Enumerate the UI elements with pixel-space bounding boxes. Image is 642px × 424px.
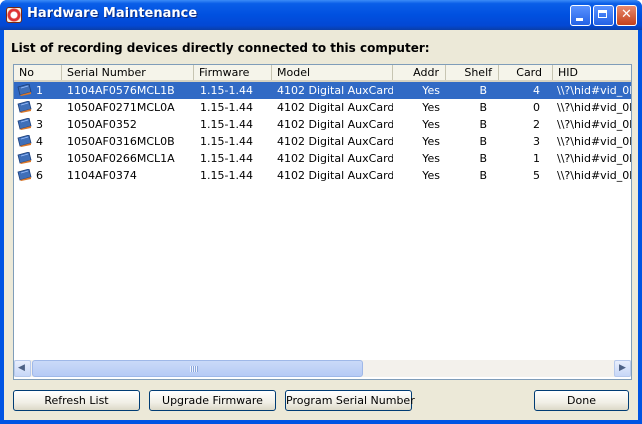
- row-serial: 1050AF0271MCL0A: [67, 101, 175, 114]
- row-firmware: 1.15-1.44: [200, 135, 253, 148]
- row-hid: \\?\hid#vid_0b: [557, 169, 631, 182]
- row-card: 3: [533, 135, 540, 148]
- scroll-right-button[interactable]: [614, 360, 631, 377]
- row-addr: Yes: [422, 101, 440, 114]
- title-bar[interactable]: Hardware Maintenance: [0, 0, 642, 30]
- row-addr: Yes: [422, 135, 440, 148]
- device-list-heading: List of recording devices directly conne…: [11, 41, 430, 55]
- row-addr: Yes: [422, 118, 440, 131]
- hardware-maintenance-window: Hardware Maintenance List of recording d…: [0, 0, 642, 424]
- column-header-hid[interactable]: HID: [553, 65, 631, 80]
- device-card-icon: [17, 135, 32, 147]
- device-card-icon: [17, 152, 32, 164]
- row-addr: Yes: [422, 152, 440, 165]
- row-shelf: B: [479, 101, 487, 114]
- row-no: 3: [36, 118, 43, 131]
- device-card-icon: [17, 101, 32, 113]
- table-row[interactable]: 2 1050AF0271MCL0A 1.15-1.44 4102 Digital Au…: [14, 99, 631, 116]
- program-serial-number-button[interactable]: Program Serial Number: [285, 390, 415, 411]
- table-row[interactable]: 5 1050AF0266MCL1A 1.15-1.44 4102 Digital Au…: [14, 150, 631, 167]
- row-shelf: B: [479, 118, 487, 131]
- column-header-card[interactable]: Card: [499, 65, 553, 80]
- column-header-firmware[interactable]: Firmware: [194, 65, 272, 80]
- column-header-model[interactable]: Model: [272, 65, 393, 80]
- column-header-addr[interactable]: Addr: [393, 65, 446, 80]
- device-list[interactable]: No Serial Number Firmware Model Addr She…: [13, 64, 632, 380]
- row-addr: Yes: [422, 169, 440, 182]
- device-card-icon: [17, 84, 32, 96]
- row-firmware: 1.15-1.44: [200, 118, 253, 131]
- row-model: 4102 Digital AuxCard: [277, 169, 393, 182]
- row-serial: 1104AF0576MCL1B: [67, 84, 175, 97]
- table-row[interactable]: 3 1050AF0352 1.15-1.44 4102 Digital AuxCard…: [14, 116, 631, 133]
- row-no: 2: [36, 101, 43, 114]
- row-model: 4102 Digital AuxCard: [277, 152, 393, 165]
- row-serial: 1104AF0374: [67, 169, 137, 182]
- row-shelf: B: [479, 152, 487, 165]
- row-card: 4: [533, 84, 540, 97]
- row-no: 1: [36, 84, 43, 97]
- row-model: 4102 Digital AuxCard: [277, 118, 393, 131]
- row-serial: 1050AF0266MCL1A: [67, 152, 175, 165]
- row-model: 4102 Digital AuxCard: [277, 135, 393, 148]
- row-shelf: B: [479, 135, 487, 148]
- row-no: 5: [36, 152, 43, 165]
- window-title: Hardware Maintenance: [27, 6, 198, 21]
- row-serial: 1050AF0352: [67, 118, 137, 131]
- row-no: 6: [36, 169, 43, 182]
- row-card: 0: [533, 101, 540, 114]
- minimize-button[interactable]: [570, 5, 591, 26]
- row-firmware: 1.15-1.44: [200, 169, 253, 182]
- refresh-list-button[interactable]: Refresh List: [13, 390, 140, 411]
- dialog-body: List of recording devices directly conne…: [4, 30, 638, 420]
- row-serial: 1050AF0316MCL0B: [67, 135, 175, 148]
- row-card: 5: [533, 169, 540, 182]
- table-row[interactable]: 4 1050AF0316MCL0B 1.15-1.44 4102 Digital Au…: [14, 133, 631, 150]
- row-model: 4102 Digital AuxCard: [277, 84, 393, 97]
- row-no: 4: [36, 135, 43, 148]
- grip-icon: [190, 366, 198, 372]
- row-shelf: B: [479, 84, 487, 97]
- table-row[interactable]: 6 1104AF0374 1.15-1.44 4102 Digital AuxCard…: [14, 167, 631, 184]
- row-hid: \\?\hid#vid_0b: [557, 101, 631, 114]
- row-shelf: B: [479, 169, 487, 182]
- done-button[interactable]: Done: [534, 390, 629, 411]
- row-model: 4102 Digital AuxCard: [277, 101, 393, 114]
- row-hid: \\?\hid#vid_0b: [557, 135, 631, 148]
- scroll-thumb[interactable]: [32, 360, 363, 377]
- device-card-icon: [17, 169, 32, 181]
- horizontal-scrollbar[interactable]: [14, 360, 631, 377]
- app-logo-icon[interactable]: [6, 7, 22, 23]
- row-firmware: 1.15-1.44: [200, 101, 253, 114]
- column-header-serial-number[interactable]: Serial Number: [62, 65, 194, 80]
- row-hid: \\?\hid#vid_0b: [557, 84, 631, 97]
- maximize-button[interactable]: [593, 5, 614, 26]
- column-header-row: No Serial Number Firmware Model Addr She…: [14, 65, 631, 82]
- close-button[interactable]: [616, 5, 637, 26]
- row-firmware: 1.15-1.44: [200, 152, 253, 165]
- row-hid: \\?\hid#vid_0b: [557, 118, 631, 131]
- device-card-icon: [17, 118, 32, 130]
- upgrade-firmware-button[interactable]: Upgrade Firmware: [149, 390, 276, 411]
- column-header-shelf[interactable]: Shelf: [446, 65, 499, 80]
- table-row[interactable]: 1 1104AF0576MCL1B 1.15-1.44 4102 Digital Au…: [14, 82, 631, 99]
- row-addr: Yes: [422, 84, 440, 97]
- row-firmware: 1.15-1.44: [200, 84, 253, 97]
- row-card: 1: [533, 152, 540, 165]
- column-header-no[interactable]: No: [14, 65, 62, 80]
- row-hid: \\?\hid#vid_0b: [557, 152, 631, 165]
- row-card: 2: [533, 118, 540, 131]
- scroll-left-button[interactable]: [14, 360, 31, 377]
